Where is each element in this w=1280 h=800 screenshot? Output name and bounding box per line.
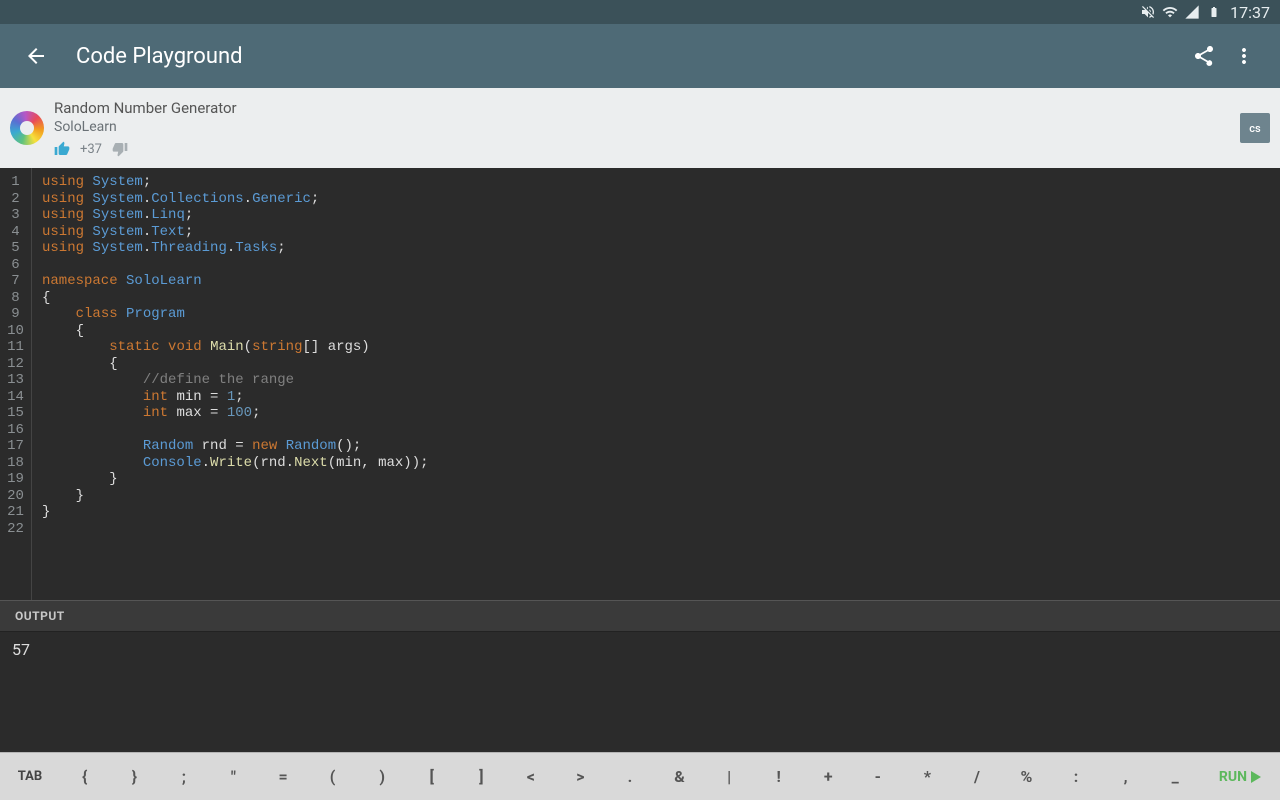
- symbol-key[interactable]: ]: [457, 767, 507, 786]
- symbol-key[interactable]: ,: [1101, 767, 1151, 786]
- symbol-toolbar: TAB {};"=()[]<>.&|!+-*/%:,_ RUN: [0, 752, 1280, 800]
- code-meta: Random Number Generator SoloLearn +37 cs: [0, 88, 1280, 168]
- symbol-key[interactable]: ": [209, 767, 259, 786]
- symbol-key[interactable]: }: [110, 767, 160, 786]
- run-button[interactable]: RUN: [1200, 769, 1280, 785]
- app-bar: Code Playground: [0, 24, 1280, 88]
- thumbs-down-icon[interactable]: [112, 141, 128, 157]
- symbol-key[interactable]: /: [952, 767, 1002, 786]
- symbol-key[interactable]: _: [1150, 767, 1200, 786]
- play-icon: [1251, 771, 1261, 783]
- symbol-key[interactable]: -: [853, 767, 903, 786]
- run-label: RUN: [1219, 769, 1247, 785]
- wifi-icon: [1162, 4, 1178, 20]
- code-editor[interactable]: 12345678910111213141516171819202122 usin…: [0, 168, 1280, 600]
- symbol-key[interactable]: (: [308, 767, 358, 786]
- symbol-key[interactable]: !: [754, 767, 804, 786]
- symbol-key[interactable]: &: [655, 767, 705, 786]
- symbol-key[interactable]: :: [1051, 767, 1101, 786]
- output-content: 57: [0, 632, 1280, 752]
- app-title: Code Playground: [76, 44, 1184, 69]
- code-title: Random Number Generator: [54, 99, 237, 117]
- language-badge: cs: [1240, 113, 1270, 143]
- symbol-key[interactable]: *: [903, 767, 953, 786]
- mute-icon: [1140, 4, 1156, 20]
- symbol-key[interactable]: {: [60, 767, 110, 786]
- symbol-key[interactable]: .: [605, 767, 655, 786]
- tab-key[interactable]: TAB: [0, 769, 60, 784]
- author-avatar[interactable]: [10, 111, 44, 145]
- symbol-key[interactable]: ): [357, 767, 407, 786]
- battery-icon: [1206, 4, 1222, 20]
- thumbs-up-icon[interactable]: [54, 141, 70, 157]
- output-header[interactable]: OUTPUT: [0, 600, 1280, 632]
- symbol-key[interactable]: +: [803, 767, 853, 786]
- back-button[interactable]: [16, 36, 56, 76]
- share-button[interactable]: [1184, 36, 1224, 76]
- symbol-key[interactable]: ;: [159, 767, 209, 786]
- author-name: SoloLearn: [54, 119, 237, 135]
- symbol-key[interactable]: [: [407, 767, 457, 786]
- symbol-key[interactable]: %: [1002, 767, 1052, 786]
- line-gutter: 12345678910111213141516171819202122: [0, 168, 32, 600]
- code-content[interactable]: using System; using System.Collections.G…: [32, 168, 1280, 600]
- vote-count: +37: [80, 142, 102, 157]
- symbol-key[interactable]: <: [506, 767, 556, 786]
- symbol-key[interactable]: =: [258, 767, 308, 786]
- overflow-menu-button[interactable]: [1224, 36, 1264, 76]
- symbol-key[interactable]: |: [704, 767, 754, 786]
- status-bar: 17:37: [0, 0, 1280, 24]
- symbol-key[interactable]: >: [556, 767, 606, 786]
- clock: 17:37: [1230, 3, 1270, 22]
- signal-icon: [1184, 4, 1200, 20]
